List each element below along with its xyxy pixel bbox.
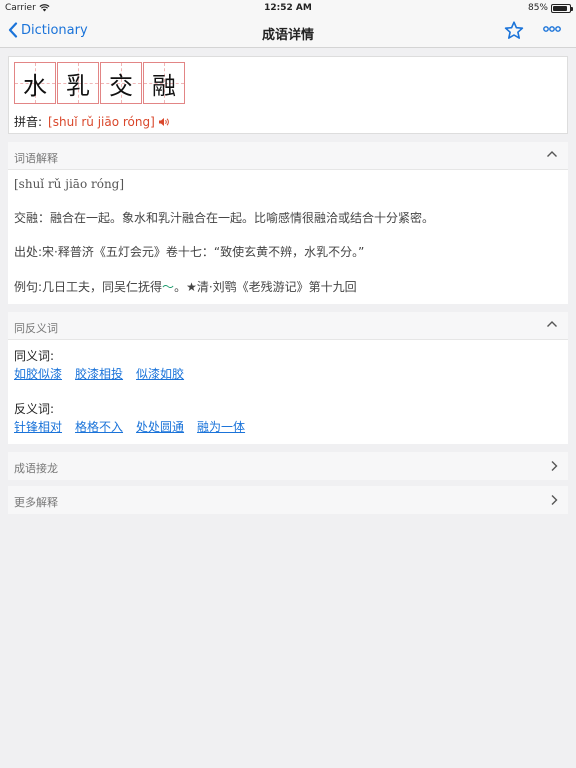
status-time: 12:52 AM [264, 3, 312, 13]
idiom-chain-title: 成语接龙 [14, 462, 58, 475]
idiom-chain-header: 成语接龙 [8, 452, 568, 480]
synonym-link[interactable]: 胶漆相投 [75, 365, 123, 382]
idiom-char-box: 交 [100, 62, 142, 104]
synonym-links: 如胶似漆 胶漆相投 似漆如胶 [14, 365, 184, 382]
synonyms-title: 同反义词 [14, 322, 58, 335]
idiom-header-card: 水 乳 交 融 拼音: [shuǐ rǔ jiāo róng] [8, 56, 568, 134]
back-button[interactable]: Dictionary [8, 22, 88, 38]
more-explanation-header: 更多解释 [8, 486, 568, 514]
explanation-header[interactable]: 词语解释 [8, 142, 568, 170]
synonym-link[interactable]: 如胶似漆 [14, 365, 62, 382]
explanation-title: 词语解释 [14, 152, 58, 165]
antonym-link[interactable]: 融为一体 [197, 418, 245, 435]
antonym-links: 针锋相对 格格不入 处处圆通 融为一体 [14, 418, 245, 435]
more-explanation-title: 更多解释 [14, 496, 58, 509]
battery-percent: 85% [527, 3, 548, 13]
synonym-link[interactable]: 似漆如胶 [136, 365, 184, 382]
antonym-label: 反义词: [14, 402, 55, 416]
pinyin-row: 拼音: [shuǐ rǔ jiāo róng] [14, 113, 170, 130]
idiom-chain-row[interactable]: 成语接龙 [8, 452, 568, 480]
synonyms-section: 同反义词 同义词: 如胶似漆 胶漆相投 似漆如胶 反义词: 针锋相对 格格不入 … [8, 312, 568, 444]
battery-icon [551, 3, 573, 13]
antonym-link[interactable]: 针锋相对 [14, 418, 62, 435]
explanation-section: 词语解释 [shuǐ rǔ jiāo róng] 交融：融合在一起。象水和乳汁融… [8, 142, 568, 304]
idiom-char-box: 水 [14, 62, 56, 104]
antonym-link[interactable]: 格格不入 [75, 418, 123, 435]
idiom-char: 融 [152, 71, 176, 100]
chevron-up-icon [547, 321, 557, 327]
idiom-char: 交 [109, 71, 133, 100]
explanation-example: 例句:几日工夫，同吴仁抚得～。★清·刘鹗《老残游记》第十九回 [14, 278, 357, 295]
idiom-char: 乳 [66, 71, 90, 100]
battery-fill [553, 5, 567, 11]
chevron-left-icon [8, 22, 18, 38]
favorite-star-icon[interactable] [504, 21, 524, 40]
explanation-pinyin: [shuǐ rǔ jiāo róng] [14, 177, 125, 191]
explanation-definition: 交融：融合在一起。象水和乳汁融合在一起。比喻感情很融洽或结合十分紧密。 [14, 211, 435, 225]
chevron-right-icon [551, 461, 558, 471]
idiom-char-box: 融 [143, 62, 185, 104]
pinyin-value: [shuǐ rǔ jiāo róng] [48, 114, 155, 129]
status-bar: Carrier 12:52 AM 85% [0, 0, 576, 16]
explanation-source: 出处:宋·释普济《五灯会元》卷十七：“致使玄黄不辨，水乳不分。” [14, 245, 365, 259]
chevron-up-icon [547, 151, 557, 157]
idiom-char-box: 乳 [57, 62, 99, 104]
example-tilde: ～ [162, 280, 175, 294]
chevron-right-icon [551, 495, 558, 505]
example-before: 例句:几日工夫，同吴仁抚得 [14, 280, 163, 294]
more-explanation-row[interactable]: 更多解释 [8, 486, 568, 514]
speaker-icon[interactable] [158, 117, 170, 127]
example-after: 。★清·刘鹗《老残游记》第十九回 [174, 280, 357, 294]
idiom-char: 水 [23, 71, 47, 100]
back-button-label: Dictionary [21, 22, 88, 38]
pinyin-label: 拼音: [14, 115, 43, 129]
synonym-label: 同义词: [14, 349, 55, 363]
nav-bar: Dictionary 成语详情 [0, 16, 576, 48]
status-right: 85% [527, 3, 573, 13]
idiom-characters: 水 乳 交 融 [14, 62, 185, 104]
antonym-link[interactable]: 处处圆通 [136, 418, 184, 435]
synonyms-header[interactable]: 同反义词 [8, 312, 568, 340]
more-icon[interactable] [543, 26, 561, 32]
